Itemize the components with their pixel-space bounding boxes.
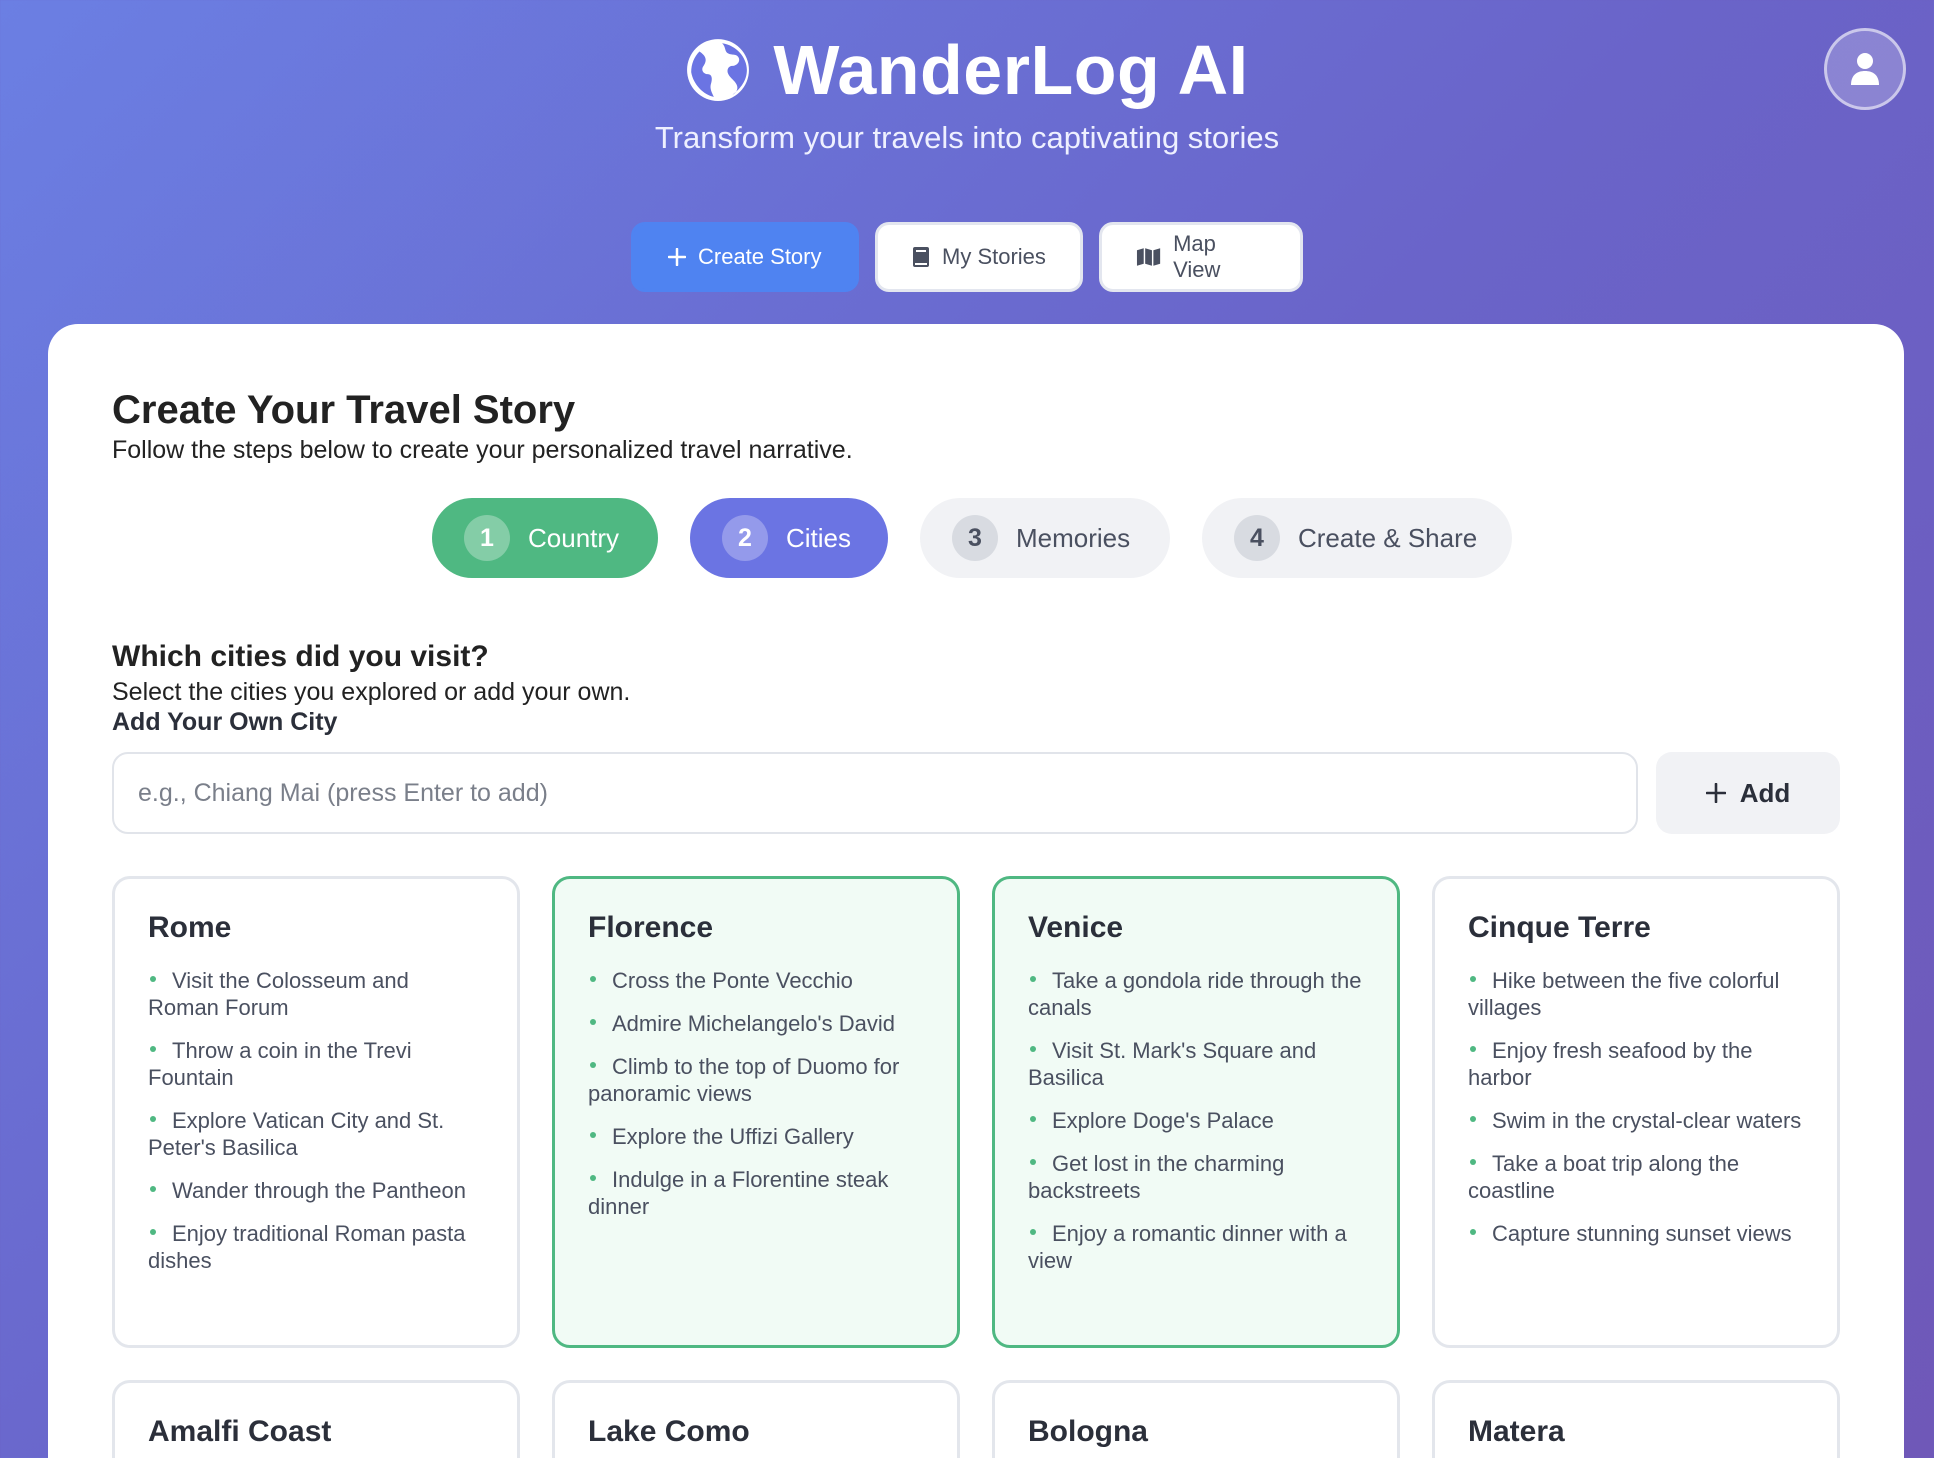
activity-item: Hike between the five colorful villages [1468, 967, 1805, 1021]
activity-item: Climb to the top of Duomo for panoramic … [588, 1053, 925, 1107]
city-name: Lake Como [588, 1415, 750, 1448]
add-city-label: Add Your Own City [112, 708, 338, 736]
step-label: Create & Share [1298, 522, 1478, 553]
city-name: Amalfi Coast [148, 1415, 332, 1448]
step-indicator: 1 Country 2 Cities 3 Memories 4 Create &… [48, 498, 1904, 578]
activity-item: Take a gondola ride through the canals [1028, 967, 1365, 1021]
city-name: Venice [1028, 911, 1124, 944]
cities-question: Which cities did you visit? [112, 640, 489, 673]
city-card-venice[interactable]: Venice Take a gondola ride through the c… [992, 876, 1400, 1348]
activity-item: Enjoy a romantic dinner with a view [1028, 1220, 1365, 1274]
step-label: Cities [786, 522, 852, 553]
globe-icon [687, 39, 750, 101]
activity-item: Admire Michelangelo's David [588, 1010, 925, 1037]
activity-item: Enjoy traditional Roman pasta dishes [148, 1220, 485, 1274]
city-name: Florence [588, 911, 714, 944]
activity-item: Take a boat trip along the coastline [1468, 1150, 1805, 1204]
step-label: Memories [1016, 522, 1131, 553]
user-icon [1851, 53, 1879, 85]
activity-item: Indulge in a Florentine steak dinner [588, 1166, 925, 1220]
main-nav: Create Story My Stories Map View [0, 222, 1934, 292]
page-title: Create Your Travel Story [112, 388, 576, 432]
city-grid: Rome Visit the Colosseum and Roman Forum… [112, 876, 1840, 1458]
map-icon [1136, 248, 1161, 266]
step-number: 1 [464, 515, 510, 561]
city-card-florence[interactable]: Florence Cross the Ponte Vecchio Admire … [552, 876, 960, 1348]
step-number: 2 [722, 515, 768, 561]
city-card-bologna[interactable]: Bologna [992, 1380, 1400, 1458]
nav-create-story-button[interactable]: Create Story [631, 222, 859, 292]
create-story-card: Create Your Travel Story Follow the step… [48, 324, 1904, 1458]
activity-item: Get lost in the charming backstreets [1028, 1150, 1365, 1204]
city-card-amalfi-coast[interactable]: Amalfi Coast [112, 1380, 520, 1458]
nav-map-view-label: Map View [1173, 231, 1221, 282]
city-name: Cinque Terre [1468, 911, 1651, 944]
activity-list: Hike between the five colorful villages … [1468, 967, 1805, 1247]
activity-list: Take a gondola ride through the canals V… [1028, 967, 1365, 1274]
city-card-cinque-terre[interactable]: Cinque Terre Hike between the five color… [1432, 876, 1840, 1348]
nav-my-stories-label: My Stories [942, 244, 1046, 269]
step-cities[interactable]: 2 Cities [690, 498, 888, 578]
city-card-matera[interactable]: Matera [1432, 1380, 1840, 1458]
add-city-button-label: Add [1739, 777, 1791, 808]
city-card-rome[interactable]: Rome Visit the Colosseum and Roman Forum… [112, 876, 520, 1348]
nav-create-story-label: Create Story [698, 244, 822, 269]
activity-item: Enjoy fresh seafood by the harbor [1468, 1037, 1805, 1091]
step-number: 4 [1234, 515, 1280, 561]
add-city-input[interactable] [112, 752, 1638, 834]
city-name: Rome [148, 911, 232, 944]
activity-item: Explore the Uffizi Gallery [588, 1123, 925, 1150]
city-card-lake-como[interactable]: Lake Como [552, 1380, 960, 1458]
plus-icon [668, 248, 686, 266]
activity-list: Cross the Ponte Vecchio Admire Michelang… [588, 967, 925, 1220]
activity-item: Explore Vatican City and St. Peter's Bas… [148, 1107, 485, 1161]
user-avatar-button[interactable] [1824, 28, 1906, 110]
nav-my-stories-button[interactable]: My Stories [875, 222, 1083, 292]
activity-item: Explore Doge's Palace [1028, 1107, 1365, 1134]
activity-item: Swim in the crystal-clear waters [1468, 1107, 1805, 1134]
step-create-share[interactable]: 4 Create & Share [1202, 498, 1512, 578]
cities-hint: Select the cities you explored or add yo… [112, 678, 631, 706]
city-name: Matera [1468, 1415, 1565, 1448]
book-icon [913, 247, 929, 267]
nav-map-view-button[interactable]: Map View [1099, 222, 1303, 292]
activity-item: Throw a coin in the Trevi Fountain [148, 1037, 485, 1091]
step-label: Country [528, 522, 620, 553]
step-memories[interactable]: 3 Memories [920, 498, 1170, 578]
brand: WanderLog AI [0, 30, 1934, 110]
step-number: 3 [952, 515, 998, 561]
page-subtitle: Follow the steps below to create your pe… [112, 436, 853, 464]
add-city-button[interactable]: Add [1656, 752, 1840, 834]
step-country[interactable]: 1 Country [432, 498, 658, 578]
activity-item: Visit St. Mark's Square and Basilica [1028, 1037, 1365, 1091]
activity-item: Cross the Ponte Vecchio [588, 967, 925, 994]
activity-item: Capture stunning sunset views [1468, 1220, 1805, 1247]
activity-item: Visit the Colosseum and Roman Forum [148, 967, 485, 1021]
activity-item: Wander through the Pantheon [148, 1177, 485, 1204]
app-tagline: Transform your travels into captivating … [654, 120, 1280, 155]
plus-icon [1705, 783, 1726, 803]
activity-list: Visit the Colosseum and Roman Forum Thro… [148, 967, 485, 1274]
app-title: WanderLog AI [773, 31, 1249, 109]
city-name: Bologna [1028, 1415, 1148, 1448]
